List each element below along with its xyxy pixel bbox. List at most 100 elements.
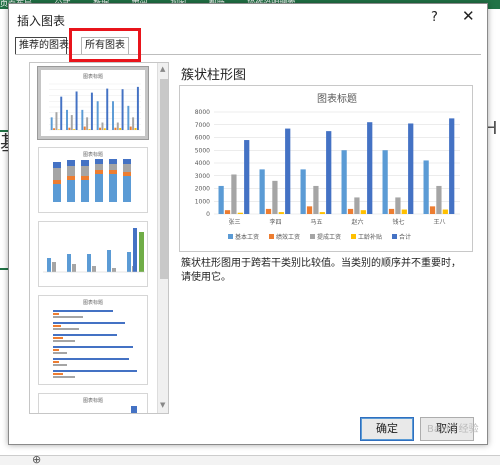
x-tick-label: 钱七 (392, 218, 404, 226)
bar (341, 150, 347, 214)
preview-description: 簇状柱形图用于跨若干类别比较值。当类别的顺序并不重要时，请使用它。 (181, 258, 461, 283)
bar (68, 127, 71, 130)
y-tick-label: 7000 (195, 122, 210, 129)
y-tick-label: 8000 (195, 109, 210, 116)
x-tick-label: 张三 (228, 218, 240, 226)
bar (388, 208, 395, 214)
x-tick-label: 赵六 (351, 218, 363, 226)
thumbnail-scrollbar[interactable]: ▲ ▼ (157, 63, 168, 413)
bar (367, 122, 373, 214)
y-tick-label: 2000 (195, 186, 210, 193)
bar (326, 131, 332, 214)
legend-swatch (310, 234, 315, 239)
bar (134, 127, 137, 130)
thumb-clustered-column[interactable]: 图表标题 (37, 66, 149, 140)
bar (106, 88, 109, 130)
bar (121, 89, 124, 130)
x-tick-label: 马五 (310, 218, 322, 226)
bar (53, 128, 56, 130)
thumb-stacked-bar-graphic (131, 406, 137, 413)
help-button[interactable]: ? (431, 10, 438, 25)
bar (101, 122, 104, 130)
bar (75, 91, 78, 130)
scroll-down-icon[interactable]: ▼ (160, 401, 165, 409)
bar (99, 127, 102, 130)
bar (57, 129, 60, 130)
thumb-stacked-column[interactable]: 图表标题 (38, 147, 148, 213)
bar (129, 126, 132, 130)
bar (272, 180, 278, 214)
bar (81, 109, 84, 130)
recommended-chart-list[interactable]: 图表标题 图表标题 图表标题 图表标题 ▲ ▼ (29, 62, 169, 414)
y-tick-label: 0 (206, 211, 210, 218)
y-tick-label: 3000 (195, 173, 210, 180)
ok-button[interactable]: 确定 (360, 417, 414, 441)
thumb-stacked-graphic (53, 159, 131, 202)
y-tick-label: 6000 (195, 135, 210, 142)
thumb-clustered-bar[interactable]: 图表标题 (38, 295, 148, 385)
bar (83, 126, 86, 130)
insert-chart-dialog: 插入图表 ? ✕ 推荐的图表 所有图表 图表标题 图表标题 图表标题 图表标题 … (8, 3, 488, 445)
bar (306, 206, 313, 214)
thumb-stacked-bar[interactable]: 图表标题 (38, 393, 148, 413)
bar (429, 206, 436, 214)
preview-heading: 簇状柱形图 (181, 68, 247, 83)
bar (360, 210, 366, 214)
bar (259, 169, 265, 214)
bar (354, 197, 360, 214)
bar (319, 212, 325, 214)
legend-swatch (351, 234, 356, 239)
bar (278, 212, 284, 214)
thumb-title: 图表标题 (82, 152, 103, 158)
legend-swatch (228, 234, 233, 239)
y-tick-label: 1000 (195, 198, 210, 205)
bar (50, 117, 53, 130)
bar (70, 115, 73, 130)
legend-label: 合计 (399, 233, 411, 241)
bar (218, 185, 224, 214)
bar (231, 174, 237, 214)
bar (347, 208, 354, 214)
scroll-thumb[interactable] (160, 79, 168, 279)
scroll-up-icon[interactable]: ▲ (160, 65, 165, 73)
legend-swatch (269, 234, 274, 239)
x-tick-label: 李四 (269, 218, 281, 226)
thumb-bar-graphic (53, 310, 137, 378)
y-tick-label: 4000 (195, 160, 210, 167)
legend-label: 工龄补贴 (358, 233, 382, 241)
y-tick-label: 5000 (195, 147, 210, 154)
bar (55, 112, 58, 130)
add-sheet-icon[interactable]: ⊕ (32, 453, 41, 465)
bar (127, 105, 130, 130)
close-button[interactable]: ✕ (462, 7, 475, 25)
bar (436, 185, 442, 214)
bar (285, 128, 291, 214)
chart-preview: 图表标题 0 1000 2000 3000 4000 5000 6000 7000 8000 张三 李… (179, 85, 473, 252)
dialog-title: 插入图表 (17, 14, 66, 28)
bar (112, 101, 114, 130)
tab-recommended-charts[interactable]: 推荐的图表 (15, 37, 69, 54)
bar (132, 117, 135, 130)
thumb-chart-graphic (49, 83, 141, 131)
thumb-title: 图表标题 (82, 398, 103, 404)
bar (244, 140, 250, 214)
bar (237, 212, 243, 214)
bar (96, 101, 99, 130)
bar (401, 209, 407, 214)
bar (224, 210, 231, 214)
watermark: Baidu 经验 (427, 424, 479, 435)
thumb-title: 图表标题 (82, 74, 103, 80)
legend-swatch (392, 234, 397, 239)
bar (442, 209, 448, 214)
highlight-annotation (69, 28, 141, 62)
x-tick-label: 王八 (433, 219, 445, 226)
bar (86, 117, 89, 130)
bar (88, 129, 91, 130)
bar (300, 169, 306, 214)
status-bar: ⊕ (0, 453, 500, 465)
legend-label: 绩效工资 (276, 233, 300, 241)
thumb-combo-chart[interactable] (38, 221, 148, 287)
bar (382, 150, 388, 214)
bar (423, 160, 429, 214)
bar (90, 92, 93, 130)
